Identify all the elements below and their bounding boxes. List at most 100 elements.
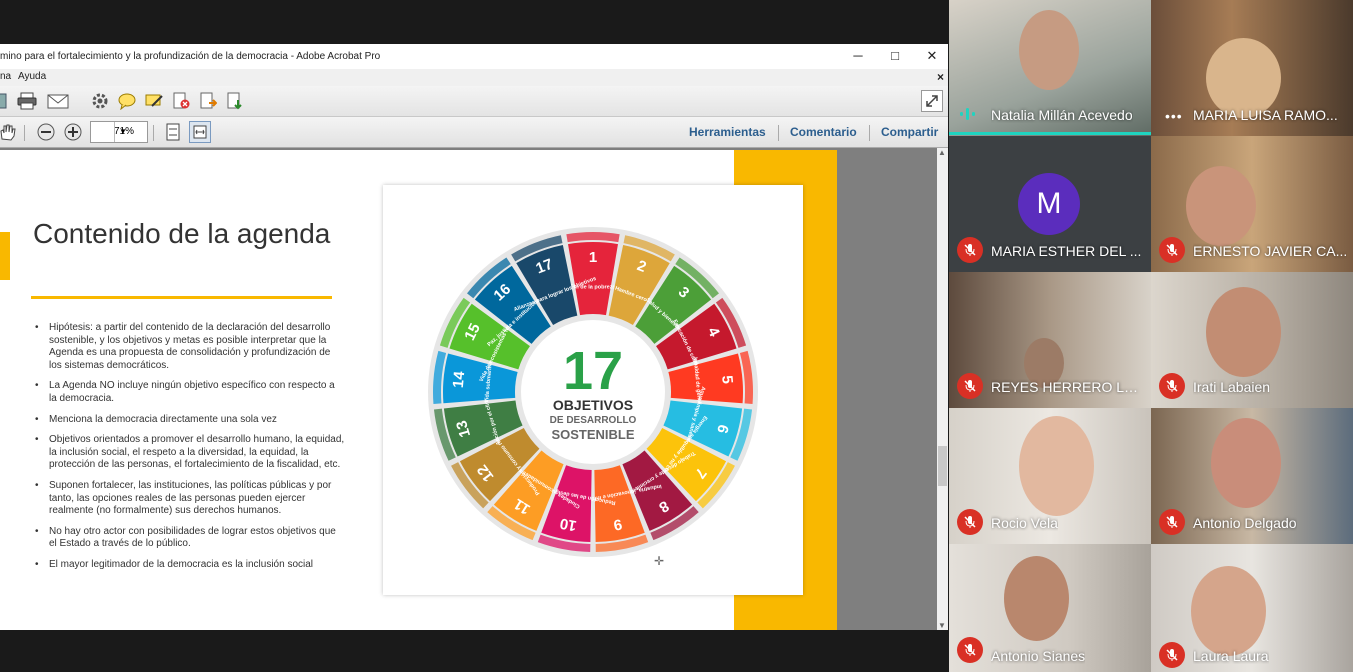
close-document-icon[interactable]: ×	[937, 70, 944, 84]
participant-video	[1211, 418, 1281, 508]
participant-name: Laura Laura	[1193, 648, 1269, 664]
close-button[interactable]: ✕	[917, 47, 947, 65]
participant-name: Antonio Sianes	[991, 648, 1086, 664]
mic-muted-icon	[957, 509, 983, 535]
participant-video	[1004, 556, 1069, 641]
email-icon[interactable]	[47, 90, 69, 112]
print-icon[interactable]	[16, 90, 38, 112]
mic-muted-icon	[1159, 237, 1185, 263]
main-toolbar	[0, 86, 948, 117]
mic-muted-icon	[1159, 373, 1185, 399]
window-title: mino para el fortalecimiento y la profun…	[0, 51, 381, 62]
participant-video	[1019, 416, 1094, 516]
mic-muted-icon	[957, 637, 983, 663]
participant-name: Rocio Vela	[991, 515, 1058, 531]
bullet-item: No hay otro actor con posibilidades de l…	[35, 526, 345, 551]
menu-item-ayuda[interactable]: Ayuda	[18, 71, 46, 82]
title-bar: mino para el fortalecimiento y la profun…	[0, 44, 948, 69]
sdg-goal-number: 10	[559, 514, 579, 534]
participant-tile[interactable]: Irati Labaien	[1151, 272, 1353, 408]
sdg-number: 17	[563, 341, 623, 401]
gear-icon[interactable]	[89, 90, 111, 112]
participant-name: Natalia Millán Acevedo	[991, 107, 1133, 123]
comment-icon[interactable]	[116, 90, 138, 112]
toolbar-divider	[24, 125, 25, 141]
mic-muted-icon	[1159, 642, 1185, 668]
participant-video	[1206, 38, 1281, 118]
bullet-item: Objetivos orientados a promover el desar…	[35, 434, 345, 472]
extract-page-icon[interactable]	[224, 90, 246, 112]
participant-video	[1186, 166, 1256, 246]
menu-item-window[interactable]: na	[0, 71, 11, 82]
sdg-goal-number: 5	[718, 375, 736, 385]
mic-muted-icon	[957, 237, 983, 263]
participant-name: REYES HERRERO LO...	[991, 379, 1146, 395]
navigation-toolbar: 71% ▼ Herramientas Comentario Compartir	[0, 117, 948, 148]
sdg-line2: DE DESARROLLO	[550, 415, 637, 426]
crosshair-cursor-icon: ✛	[654, 554, 665, 568]
vertical-scrollbar[interactable]: ▲ ▼	[937, 148, 948, 630]
sdg-goal-number: 1	[589, 249, 597, 266]
scroll-up-icon[interactable]: ▲	[938, 148, 946, 157]
scroll-thumb[interactable]	[938, 446, 947, 486]
fit-page-icon[interactable]	[162, 121, 184, 143]
zoom-select[interactable]: 71% ▼	[90, 121, 148, 143]
delete-page-icon[interactable]	[170, 90, 192, 112]
participant-name: Antonio Delgado	[1193, 515, 1297, 531]
participant-video	[1206, 287, 1281, 377]
export-page-icon[interactable]	[197, 90, 219, 112]
bullet-item: La Agenda NO incluye ningún objetivo esp…	[35, 380, 345, 405]
menu-bar: na Ayuda ×	[0, 69, 948, 86]
highlight-icon[interactable]	[143, 90, 165, 112]
minimize-button[interactable]: ─	[843, 47, 873, 65]
scroll-down-icon[interactable]: ▼	[938, 621, 946, 630]
title-underline	[31, 296, 332, 299]
tools-link[interactable]: Herramientas	[689, 125, 766, 139]
slide-page: Contenido de la agenda Hipótesis: a part…	[0, 150, 837, 630]
participant-tile[interactable]: Rocio Vela	[949, 408, 1151, 544]
participant-video	[1019, 10, 1079, 90]
participant-name: ERNESTO JAVIER CA...	[1193, 243, 1348, 259]
mic-muted-icon	[957, 373, 983, 399]
participant-name: MARIA LUISA RAMO...	[1193, 107, 1338, 123]
sdg-goal-number: 14	[450, 370, 469, 389]
participant-tile[interactable]: Antonio Sianes	[949, 544, 1151, 672]
toolbar-divider	[153, 125, 154, 141]
zoom-out-icon[interactable]	[35, 121, 57, 143]
participant-name: Irati Labaien	[1193, 379, 1271, 395]
active-speaker-bar	[949, 132, 1151, 135]
sdg-line3: SOSTENIBLE	[551, 427, 634, 442]
participant-tile[interactable]: Antonio Delgado	[1151, 408, 1353, 544]
fit-width-icon[interactable]	[189, 121, 211, 143]
hand-tool-icon[interactable]	[0, 121, 18, 143]
participant-tile[interactable]: REYES HERRERO LO...	[949, 272, 1151, 408]
participant-tile[interactable]: ••• MARIA LUISA RAMO...	[1151, 0, 1353, 136]
speaking-indicator-icon	[960, 108, 975, 120]
participant-name: MARIA ESTHER DEL ...	[991, 243, 1142, 259]
participant-tile[interactable]: Laura Laura	[1151, 544, 1353, 672]
participant-tile[interactable]: M MARIA ESTHER DEL ...	[949, 136, 1151, 272]
save-icon[interactable]	[0, 90, 14, 112]
mic-muted-icon	[1159, 509, 1185, 535]
avatar: M	[1018, 173, 1080, 235]
more-options-icon[interactable]: •••	[1165, 108, 1183, 124]
chevron-down-icon[interactable]: ▼	[114, 122, 131, 142]
yellow-decor-tab	[0, 232, 10, 280]
participant-video	[1191, 566, 1266, 656]
sdg-line1: OBJETIVOS	[553, 397, 633, 413]
zoom-in-icon[interactable]	[62, 121, 84, 143]
bullet-item: Menciona la democracia directamente una …	[35, 414, 345, 427]
maximize-button[interactable]: □	[880, 47, 910, 65]
sdg-wheel: 1Fin de la pobreza2Hambre cero 3Salud y b…	[428, 227, 758, 557]
slide-title: Contenido de la agenda	[33, 218, 331, 249]
sdg-image-card: 1 Fin de la pobreza 2 Hambre cero 3 Salud y b…	[383, 185, 803, 595]
share-link[interactable]: Compartir	[881, 125, 938, 139]
participant-tile[interactable]: Natalia Millán Acevedo	[949, 0, 1151, 136]
toolbar-divider	[869, 125, 870, 141]
fullscreen-icon[interactable]	[921, 90, 943, 112]
bullet-item: Hipótesis: a partir del contenido de la …	[35, 322, 345, 372]
comment-link[interactable]: Comentario	[790, 125, 857, 139]
bullet-list: Hipótesis: a partir del contenido de la …	[35, 322, 345, 580]
toolbar-divider	[778, 125, 779, 141]
participant-tile[interactable]: ERNESTO JAVIER CA...	[1151, 136, 1353, 272]
